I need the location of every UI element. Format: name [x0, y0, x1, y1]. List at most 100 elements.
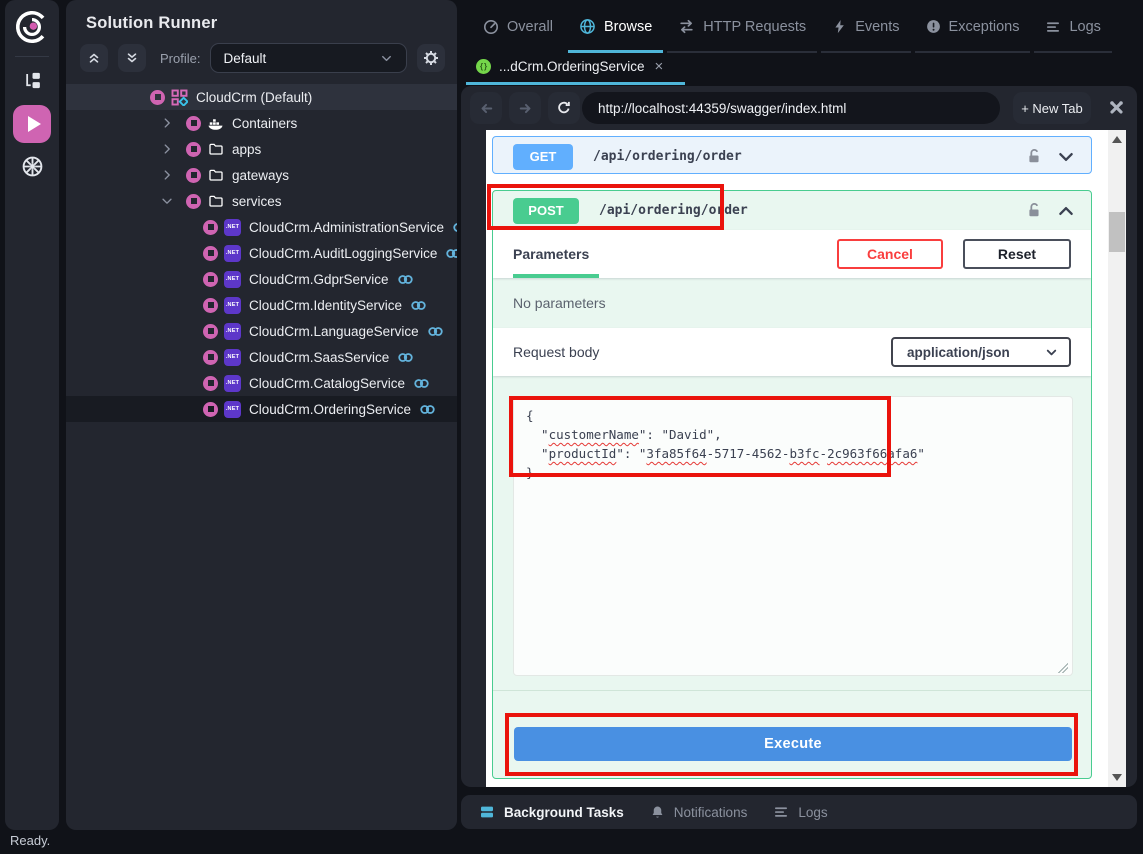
main-tab-bar: OverallBrowseHTTP Requests Events Exceptio… [470, 0, 1114, 53]
scrollbar-thumb[interactable] [1109, 212, 1125, 252]
stack-icon [479, 804, 495, 820]
solution-panel: Solution Runner Profile: Default [66, 0, 457, 830]
chevron-up-icon[interactable] [1057, 202, 1075, 220]
opblock-post-summary[interactable]: POST /api/ordering/order [493, 191, 1091, 230]
tree-node-apps[interactable]: apps [66, 136, 457, 162]
link-icon[interactable] [413, 375, 430, 392]
tools-icon[interactable] [1107, 98, 1126, 117]
lock-open-icon[interactable] [1026, 148, 1043, 165]
no-parameters-text: No parameters [493, 278, 1091, 328]
link-icon[interactable] [419, 401, 436, 418]
link-icon[interactable] [397, 271, 414, 288]
execute-button[interactable]: Execute [514, 727, 1072, 761]
resize-grip-icon[interactable] [1058, 663, 1068, 673]
scroll-down-icon[interactable] [1112, 774, 1122, 781]
tree-node-gateways[interactable]: gateways [66, 162, 457, 188]
request-body-area: { "customerName": "David", "productId": … [493, 376, 1091, 690]
scroll-up-icon[interactable] [1112, 136, 1122, 143]
chevron-down-icon[interactable] [160, 194, 174, 208]
link-icon[interactable] [452, 219, 457, 236]
opblock-get-summary[interactable]: GET /api/ordering/order [493, 137, 1091, 176]
chevron-right-icon[interactable] [160, 168, 174, 182]
folder-icon [207, 141, 224, 158]
tree-node-cloudcrm-default[interactable]: CloudCrm (Default) [66, 84, 457, 110]
bottom-bar-label: Notifications [674, 805, 748, 820]
status-dot-icon [203, 376, 218, 391]
double-chevron-down-icon [125, 51, 139, 65]
tab-overall[interactable]: Overall [470, 0, 566, 53]
tree-node-cloudcrm-auditloggingservice[interactable]: .NETCloudCrm.AuditLoggingService [66, 240, 457, 266]
bottom-bar-label: Background Tasks [504, 805, 624, 820]
link-icon[interactable] [410, 297, 427, 314]
gear-icon [423, 50, 439, 66]
tree-node-label: CloudCrm.GdprService [249, 272, 389, 287]
bolt-icon [832, 19, 847, 34]
tree-node-cloudcrm-identityservice[interactable]: .NETCloudCrm.IdentityService [66, 292, 457, 318]
content-type-select[interactable]: application/json [891, 337, 1071, 367]
tree-node-label: CloudCrm.AuditLoggingService [249, 246, 437, 261]
tree-node-cloudcrm-catalogservice[interactable]: .NET CloudCrm.CatalogService [66, 370, 457, 396]
tree-node-containers[interactable]: Containers [66, 110, 457, 136]
browser-refresh-button[interactable] [548, 92, 580, 124]
reset-button[interactable]: Reset [963, 239, 1071, 269]
link-icon[interactable] [427, 323, 444, 340]
lock-open-icon[interactable] [1026, 202, 1043, 219]
tree-node-cloudcrm-gdprservice[interactable]: .NET CloudCrm.GdprService [66, 266, 457, 292]
tab-label: Events [855, 19, 899, 35]
docker-icon [207, 115, 224, 132]
tree-node-label: CloudCrm.CatalogService [249, 376, 405, 391]
status-dot-icon [186, 142, 201, 157]
tab-parameters[interactable]: Parameters [513, 230, 589, 278]
profile-select-value: Default [223, 51, 266, 66]
dotnet-badge-icon: .NET [224, 349, 241, 366]
url-input[interactable] [582, 92, 1000, 124]
lines-icon [773, 804, 789, 820]
bottom-bar-notifications[interactable]: Notifications [650, 805, 748, 820]
status-text: Ready. [10, 833, 50, 848]
profile-select[interactable]: Default [210, 43, 407, 73]
tab-logs[interactable]: Logs [1032, 0, 1113, 53]
kubernetes-icon[interactable] [14, 149, 50, 183]
chevron-down-icon[interactable] [1057, 148, 1075, 166]
tab-http-requests[interactable]: HTTP Requests [665, 0, 819, 53]
tree-node-label: apps [232, 142, 261, 157]
bottom-bar-background-tasks[interactable]: Background Tasks [479, 804, 624, 820]
close-icon[interactable]: × [655, 59, 664, 74]
chevron-right-icon[interactable] [160, 116, 174, 130]
browser-tab-orderingservice[interactable]: { } ...dCrm.OrderingService × [466, 49, 685, 83]
request-body-header: Request body application/json [493, 328, 1091, 376]
status-dot-icon [203, 220, 218, 235]
arrow-right-icon [517, 100, 534, 117]
tree-node-cloudcrm-administrationservice[interactable]: .NETCloudCrm.AdministrationService [66, 214, 457, 240]
tree-node-cloudcrm-languageservice[interactable]: .NETCloudCrm.LanguageService [66, 318, 457, 344]
link-icon[interactable] [445, 245, 457, 262]
browser-forward-button[interactable] [509, 92, 541, 124]
page-scrollbar[interactable] [1108, 130, 1126, 787]
tree-node-cloudcrm-saasservice[interactable]: .NETCloudCrm.SaasService [66, 344, 457, 370]
browser-back-button[interactable] [470, 92, 502, 124]
tab-label: Logs [1069, 19, 1100, 35]
grid-icon [171, 89, 188, 106]
bottom-bar-label: Logs [798, 805, 827, 820]
tree-node-services[interactable]: services [66, 188, 457, 214]
tree-node-label: CloudCrm.LanguageService [249, 324, 419, 339]
new-tab-button[interactable]: + New Tab [1013, 92, 1091, 124]
tab-exceptions[interactable]: Exceptions [913, 0, 1033, 53]
bottom-bar-logs[interactable]: Logs [773, 804, 827, 820]
tab-events[interactable]: Events [819, 0, 912, 53]
dotnet-badge-icon: .NET [224, 271, 241, 288]
chevron-right-icon[interactable] [160, 142, 174, 156]
request-body-editor[interactable]: { "customerName": "David", "productId": … [513, 396, 1073, 676]
collapse-all-button[interactable] [80, 44, 108, 72]
tab-browse[interactable]: Browse [566, 0, 665, 53]
settings-button[interactable] [417, 44, 445, 72]
expand-all-button[interactable] [118, 44, 146, 72]
run-button[interactable] [13, 105, 51, 143]
tree-view-icon[interactable] [14, 63, 50, 97]
status-dot-icon [203, 324, 218, 339]
cancel-button[interactable]: Cancel [837, 239, 943, 269]
tree-node-cloudcrm-orderingservice[interactable]: .NETCloudCrm.OrderingService [66, 396, 457, 422]
link-icon[interactable] [397, 349, 414, 366]
dotnet-badge-icon: .NET [224, 375, 241, 392]
status-dot-icon [203, 272, 218, 287]
